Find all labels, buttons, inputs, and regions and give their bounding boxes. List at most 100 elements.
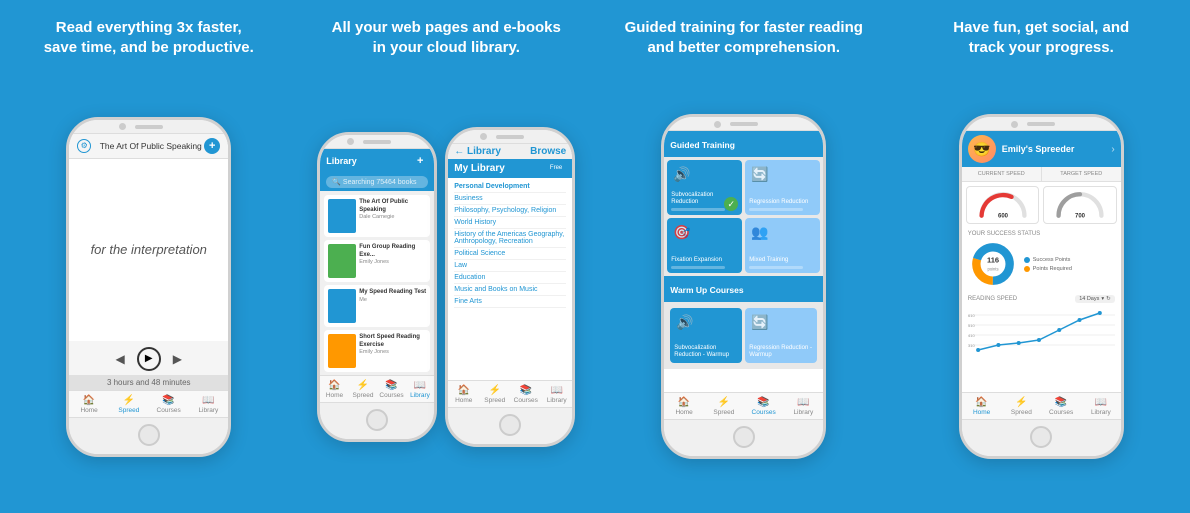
guided-training-section: Guided Training 🔊 ✓ Subvocalization Redu… (664, 131, 823, 276)
panel-reader: Read everything 3x faster, save time, an… (0, 0, 298, 513)
home-button-4[interactable] (733, 426, 755, 448)
prev-button[interactable]: ◀ (116, 352, 125, 366)
bottom-nav-library-left: 🏠 Home ⚡ Spreed 📚 Courses 📖 Library (320, 375, 434, 402)
nav-spreed-label-r: Spreed (484, 397, 505, 404)
browse-back[interactable]: ← Library (454, 146, 501, 157)
nav-courses-label: Courses (157, 407, 181, 414)
library-search-bar[interactable]: 🔍 Searching 75464 books (320, 173, 434, 191)
warmup-cards-grid: 🔊 Subvocalization Reduction - Warmup 🔄 R… (667, 305, 820, 366)
home-button-3[interactable] (499, 414, 521, 436)
browse-item[interactable]: Fine Arts (454, 296, 566, 308)
nav-library-l[interactable]: 📖 Library (406, 376, 435, 402)
svg-text:points: points (987, 267, 998, 272)
nav-home-r[interactable]: 🏠 Home (448, 381, 479, 407)
library-icon-l: 📖 (414, 380, 426, 391)
phone-training-wrapper: Guided Training 🔊 ✓ Subvocalization Redu… (607, 73, 881, 502)
bottom-nav-library-right: 🏠 Home ⚡ Spreed 📚 Courses 📖 Library (448, 380, 572, 407)
nav-courses-r[interactable]: 📚 Courses (510, 381, 541, 407)
browse-item[interactable]: Law (454, 260, 566, 272)
warmup-card-subvocal[interactable]: 🔊 Subvocalization Reduction - Warmup (670, 308, 742, 363)
courses-icon-l: 📚 (385, 380, 397, 391)
list-item[interactable]: The Art Of Public Speaking Dale Carnegie (324, 195, 430, 237)
add-book-button[interactable]: + (204, 138, 220, 154)
nav-courses[interactable]: 📚 Courses (149, 391, 189, 417)
nav-spreed-label-l: Spreed (353, 392, 374, 399)
reader-title-bar: ⚙ The Art Of Public Speaking + (69, 134, 228, 159)
home-button-5[interactable] (1030, 426, 1052, 448)
home-button[interactable] (138, 424, 160, 446)
nav-home-label-r: Home (455, 397, 472, 404)
nav-spreed-t[interactable]: ⚡ Spreed (704, 393, 744, 419)
browse-item[interactable]: World History (454, 217, 566, 229)
nav-home-t[interactable]: 🏠 Home (664, 393, 704, 419)
search-field[interactable]: 🔍 Searching 75464 books (326, 176, 428, 188)
nav-spreed[interactable]: ⚡ Spreed (109, 391, 149, 417)
nav-spreed-l[interactable]: ⚡ Spreed (349, 376, 378, 402)
training-card-mixed[interactable]: 👥 Mixed Training (745, 218, 820, 273)
training-card-subvocal[interactable]: 🔊 ✓ Subvocalization Reduction (667, 160, 742, 215)
period-selector[interactable]: 14 Days ▾ ↻ (1075, 295, 1115, 303)
list-item[interactable]: Fun Group Reading Exe... Emily Jones (324, 240, 430, 282)
warmup-subvocal-label: Subvocalization Reduction - Warmup (674, 345, 738, 359)
nav-spreed-label: Spreed (118, 407, 139, 414)
courses-icon-t: 📚 (757, 397, 769, 408)
subvocal-icon: 🔊 (673, 166, 690, 183)
nav-courses-s[interactable]: 📚 Courses (1041, 393, 1081, 419)
phone-bottom-bar-3 (448, 407, 572, 444)
browse-item[interactable]: Philosophy, Psychology, Religion (454, 205, 566, 217)
nav-library-r[interactable]: 📖 Library (541, 381, 572, 407)
training-card-regression[interactable]: 🔄 Regression Reduction (745, 160, 820, 215)
guided-training-label: Guided Training (670, 137, 735, 152)
nav-courses-l[interactable]: 📚 Courses (377, 376, 406, 402)
library-icon-r: 📖 (551, 385, 563, 396)
nav-library-t[interactable]: 📖 Library (784, 393, 824, 419)
settings-icon[interactable]: ⚙ (77, 139, 91, 153)
controls-area: ◀ ▶ ▶ 3 hours and 48 minutes (69, 341, 228, 390)
browse-item[interactable]: Education (454, 272, 566, 284)
target-speed-label: TARGET SPEED (1044, 171, 1119, 177)
book-info-4: Short Speed Reading Exercise Emily Jones (359, 334, 426, 368)
nav-courses-t[interactable]: 📚 Courses (744, 393, 784, 419)
camera-icon-5 (1011, 121, 1018, 128)
regression-icon: 🔄 (751, 166, 768, 183)
play-button[interactable]: ▶ (137, 347, 161, 371)
library-add-button[interactable]: + (412, 153, 428, 169)
book-info-2: Fun Group Reading Exe... Emily Jones (359, 244, 426, 278)
warmup-card-regression[interactable]: 🔄 Regression Reduction - Warmup (745, 308, 817, 363)
chevron-down-icon: ▾ (1101, 296, 1104, 302)
phone-reader: ⚙ The Art Of Public Speaking + for the i… (66, 117, 231, 457)
home-button-2[interactable] (366, 409, 388, 431)
svg-text:510: 510 (968, 323, 976, 328)
warmup-regression-icon: 🔄 (751, 314, 768, 331)
browse-item[interactable]: Personal Development (454, 181, 566, 193)
browse-list: Personal Development Business Philosophy… (448, 178, 572, 380)
legend-success: Success Points (1024, 257, 1072, 263)
nav-home-s[interactable]: 🏠 Home (962, 393, 1002, 419)
nav-spreed-r[interactable]: ⚡ Spreed (479, 381, 510, 407)
nav-home[interactable]: 🏠 Home (69, 391, 109, 417)
browse-item[interactable]: History of the Americas Geography, Anthr… (454, 229, 566, 248)
playback-controls: ◀ ▶ ▶ (116, 341, 182, 375)
speaker-icon-4 (730, 122, 758, 126)
legend-required: Points Required (1024, 266, 1072, 272)
browse-item[interactable]: Business (454, 193, 566, 205)
phone-top-bar-4 (664, 117, 823, 131)
browse-item[interactable]: Political Science (454, 248, 566, 260)
list-item[interactable]: My Speed Reading Test Me (324, 285, 430, 327)
list-item[interactable]: Short Speed Reading Exercise Emily Jones (324, 330, 430, 372)
success-dot (1024, 257, 1030, 263)
target-speed-gauge: 700 (1043, 186, 1117, 224)
refresh-icon[interactable]: ↻ (1106, 296, 1111, 302)
next-button[interactable]: ▶ (173, 352, 182, 366)
nav-library-s[interactable]: 📖 Library (1081, 393, 1121, 419)
nav-home-label-l: Home (326, 392, 343, 399)
nav-spreed-s[interactable]: ⚡ Spreed (1002, 393, 1042, 419)
training-card-fixation[interactable]: 🎯 Fixation Expansion (667, 218, 742, 273)
success-label: YOUR SUCCESS STATUS (968, 231, 1115, 237)
success-section: YOUR SUCCESS STATUS 116 points (962, 228, 1121, 292)
nav-library[interactable]: 📖 Library (189, 391, 229, 417)
panel-social: Have fun, get social, and track your pro… (893, 0, 1190, 513)
filter-button[interactable]: Free (546, 164, 566, 172)
nav-home-l[interactable]: 🏠 Home (320, 376, 349, 402)
browse-item[interactable]: Music and Books on Music (454, 284, 566, 296)
